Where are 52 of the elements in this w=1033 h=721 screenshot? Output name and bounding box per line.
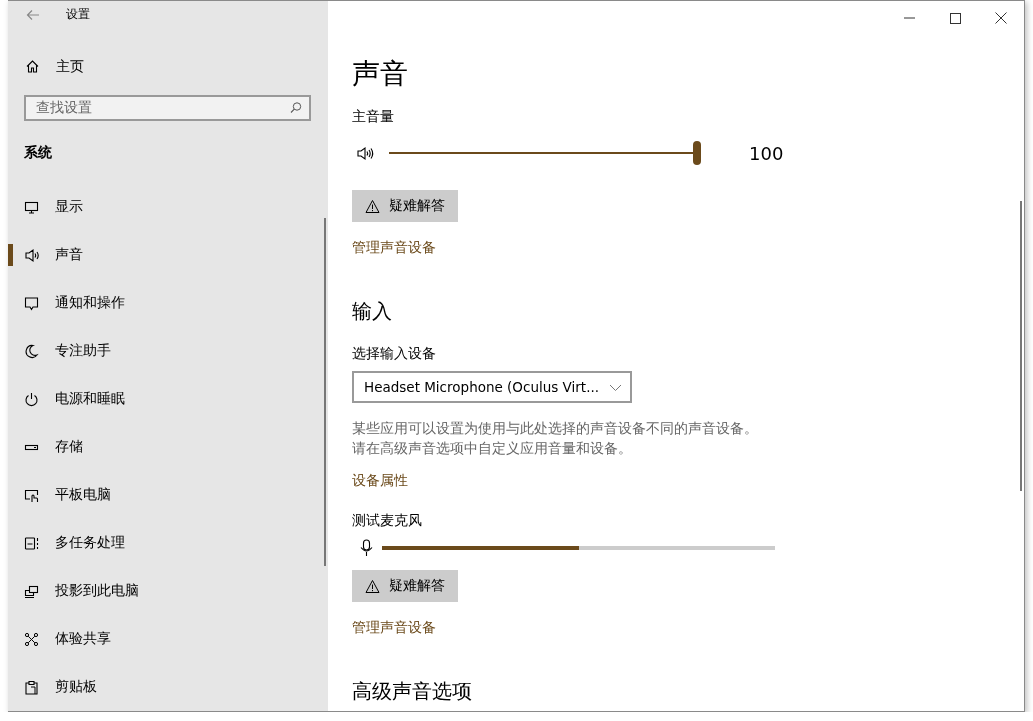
- warning-icon: [365, 199, 380, 213]
- nav-item[interactable]: 显示: [8, 183, 328, 231]
- window-layout-icon: [24, 535, 39, 551]
- close-icon: [995, 12, 1007, 24]
- search-icon: [289, 100, 303, 115]
- moon-icon: [24, 343, 39, 359]
- microphone-icon: [360, 539, 373, 557]
- nav-item[interactable]: 多任务处理: [8, 519, 328, 567]
- manage-devices-link[interactable]: 管理声音设备: [352, 617, 436, 637]
- nav-item[interactable]: 存储: [8, 423, 328, 471]
- troubleshoot-button[interactable]: 疑难解答: [352, 190, 458, 222]
- speaker-icon: [356, 145, 376, 161]
- device-properties-link[interactable]: 设备属性: [352, 470, 408, 490]
- description-text: 某些应用可以设置为使用与此处选择的声音设备不同的声音设备。 请在高级声音选项中自定义应用音量和设备。: [352, 419, 759, 458]
- back-button[interactable]: [25, 8, 40, 21]
- home-nav-item[interactable]: 主页: [8, 47, 328, 86]
- field-label: 选择输入设备: [352, 345, 436, 361]
- speech-bubble-icon: [24, 295, 39, 311]
- test-mic-label: 测试麦克风: [352, 512, 422, 528]
- nav-item[interactable]: 通知和操作: [8, 279, 328, 327]
- scrollbar[interactable]: [1020, 201, 1022, 491]
- home-icon: [25, 59, 40, 75]
- volume-value: 100: [749, 142, 784, 164]
- warning-icon: [365, 579, 380, 593]
- projector-icon: [24, 583, 39, 599]
- window-title: 设置: [66, 6, 90, 24]
- speaker-icon: [24, 247, 39, 263]
- slider-thumb[interactable]: [693, 141, 701, 165]
- monitor-icon: [24, 199, 39, 215]
- scrollbar[interactable]: [324, 218, 326, 566]
- manage-devices-link[interactable]: 管理声音设备: [352, 237, 436, 257]
- nav-item[interactable]: 平板电脑: [8, 471, 328, 519]
- page-title: 声音: [352, 56, 408, 92]
- back-arrow-icon: [25, 8, 40, 21]
- nav-item[interactable]: 体验共享: [8, 615, 328, 663]
- master-volume-label: 主音量: [352, 108, 394, 124]
- input-device-dropdown[interactable]: Headset Microphone (Oculus Virt...: [352, 371, 632, 403]
- network-nodes-icon: [24, 631, 39, 647]
- section-heading: 高级声音选项: [352, 679, 472, 703]
- minimize-icon: [903, 17, 915, 19]
- nav-item[interactable]: 剪贴板: [8, 663, 328, 711]
- search-field[interactable]: 查找设置: [24, 94, 311, 121]
- maximize-icon: [949, 12, 961, 24]
- section-heading: 输入: [352, 299, 392, 323]
- nav-item[interactable]: 电源和睡眠: [8, 375, 328, 423]
- nav-item[interactable]: 专注助手: [8, 327, 328, 375]
- power-icon: [24, 391, 39, 407]
- section-heading: 系统: [24, 143, 52, 160]
- nav-item[interactable]: 投影到此电脑: [8, 567, 328, 615]
- troubleshoot-button[interactable]: 疑难解答: [352, 570, 458, 602]
- clipboard-icon: [24, 679, 39, 695]
- tablet-icon: [24, 487, 39, 503]
